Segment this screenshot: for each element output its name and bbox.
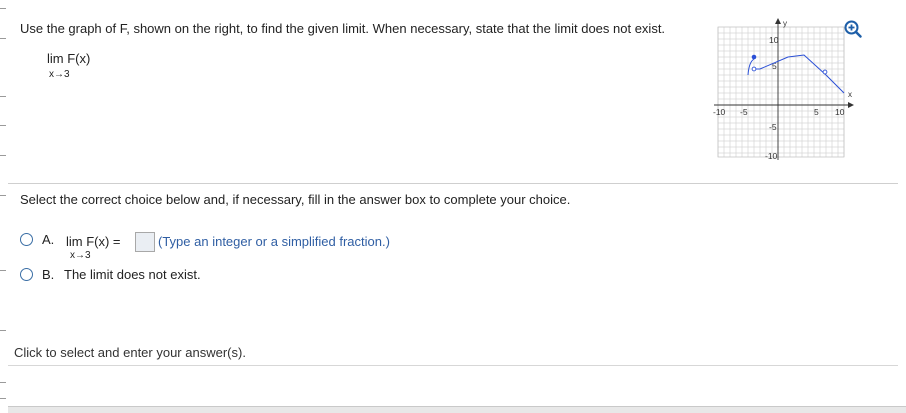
limit-expression: lim F(x) x→3 [47, 52, 90, 82]
x-tick-neg5: -5 [740, 107, 748, 117]
graph-frame [717, 26, 845, 158]
status-text: Click to select and enter your answer(s)… [14, 345, 246, 360]
zoom-in-icon[interactable] [844, 20, 862, 38]
choice-b-letter: B. [42, 267, 55, 282]
x-tick-neg10: -10 [713, 107, 726, 117]
gutter-tick [0, 8, 6, 9]
choice-a[interactable]: A. lim F(x) = x→3 (Type an integer or a … [20, 232, 440, 264]
gutter-tick [0, 330, 6, 331]
choice-b[interactable]: B. The limit does not exist. [20, 267, 320, 285]
status-bar: Click to select and enter your answer(s)… [8, 342, 898, 364]
gutter-tick [0, 96, 6, 97]
choice-a-sub: x→3 [70, 250, 91, 261]
question-prompt: Use the graph of F, shown on the right, … [20, 21, 666, 36]
choice-a-letter: A. [42, 232, 55, 247]
y-tick-neg5: -5 [769, 122, 777, 132]
gutter-tick [0, 195, 6, 196]
radio-a[interactable] [20, 233, 33, 246]
limit-expr: lim F(x) [47, 51, 91, 66]
y-tick-neg10: -10 [765, 151, 778, 161]
gutter-tick [0, 270, 6, 271]
open-point [751, 66, 757, 72]
answer-input[interactable] [135, 232, 155, 252]
graph-grid [717, 27, 845, 157]
left-gutter [0, 0, 8, 412]
gutter-tick [0, 125, 6, 126]
instruction-text: Select the correct choice below and, if … [20, 192, 571, 207]
filled-point [751, 54, 757, 60]
limit-sub: x→3 [49, 69, 70, 80]
gutter-tick [0, 155, 6, 156]
x-axis-arrow [848, 102, 854, 108]
y-axis-arrow [775, 18, 781, 24]
section-divider [8, 183, 898, 184]
y-axis-label: y [783, 19, 787, 28]
gutter-tick [0, 38, 6, 39]
x-axis-label: x [848, 90, 852, 99]
radio-b[interactable] [20, 268, 33, 281]
gutter-tick [0, 398, 6, 399]
answer-hint: (Type an integer or a simplified fractio… [158, 234, 390, 249]
function-graph: 10 5 -5 -10 -10 -5 5 10 y x [708, 17, 856, 163]
question-panel: Use the graph of F, shown on the right, … [8, 0, 906, 410]
x-tick-10: 10 [835, 107, 845, 117]
choice-b-text: The limit does not exist. [64, 267, 201, 282]
gutter-tick [0, 382, 6, 383]
graph-svg: 10 5 -5 -10 -10 -5 5 10 y x [713, 18, 854, 161]
x-tick-5: 5 [814, 107, 819, 117]
open-point-right [822, 69, 828, 75]
status-divider [8, 365, 898, 366]
y-tick-10: 10 [769, 35, 779, 45]
choice-a-limit: lim F(x) = [66, 234, 121, 249]
